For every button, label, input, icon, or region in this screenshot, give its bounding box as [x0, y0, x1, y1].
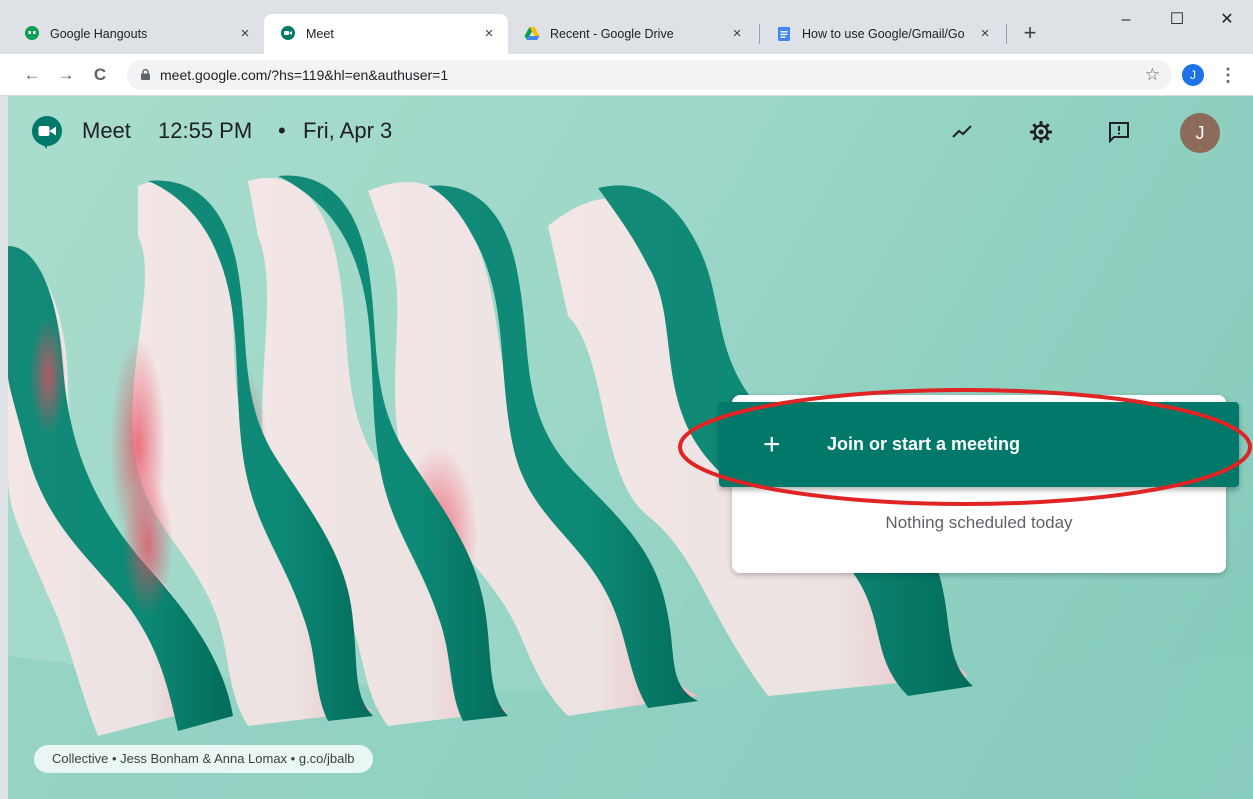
highlight-annotation [678, 388, 1252, 506]
url-text: meet.google.com/?hs=119&hl=en&authuser=1 [160, 67, 449, 83]
forward-button[interactable]: → [54, 63, 78, 87]
maximize-button[interactable]: ☐ [1157, 8, 1197, 32]
tab-title: Meet [306, 27, 334, 41]
lock-icon [141, 69, 150, 80]
feedback-icon[interactable] [1105, 118, 1133, 146]
tab-title: How to use Google/Gmail/Go [802, 27, 965, 41]
tab-meet[interactable]: Meet × [264, 14, 508, 54]
app-name: Meet [82, 118, 131, 143]
tab-strip: Google Hangouts × Meet × Recent - Google… [0, 0, 1253, 54]
photo-credit[interactable]: Collective • Jess Bonham & Anna Lomax • … [34, 745, 373, 773]
address-bar[interactable]: meet.google.com/?hs=119&hl=en&authuser=1… [127, 60, 1172, 90]
meet-header: Meet 12:55 PM • Fri, Apr 3 J [8, 96, 1253, 168]
close-tab-icon[interactable]: × [236, 25, 254, 43]
new-tab-button[interactable]: + [1018, 22, 1042, 46]
close-tab-icon[interactable]: × [976, 25, 994, 43]
back-button[interactable]: ← [20, 63, 44, 87]
close-tab-icon[interactable]: × [728, 25, 746, 43]
meet-page: Meet 12:55 PM • Fri, Apr 3 J + Join or s… [8, 96, 1253, 799]
browser-profile-avatar[interactable]: J [1182, 64, 1204, 86]
close-tab-icon[interactable]: × [480, 25, 498, 43]
tab-title: Recent - Google Drive [550, 27, 674, 41]
bookmark-star-icon[interactable]: ☆ [1145, 60, 1160, 90]
tab-title: Google Hangouts [50, 27, 148, 41]
schedule-empty-message: Nothing scheduled today [885, 513, 1073, 532]
meet-logo-icon [32, 116, 62, 149]
current-date: Fri, Apr 3 [303, 118, 393, 143]
browser-menu-icon[interactable]: ⋮ [1218, 63, 1238, 87]
tab-separator [1006, 24, 1007, 44]
hangouts-icon [24, 26, 40, 42]
current-time: 12:55 PM [158, 118, 253, 143]
account-avatar[interactable]: J [1180, 113, 1220, 153]
tab-google-drive[interactable]: Recent - Google Drive × [508, 14, 756, 54]
drive-icon [524, 26, 540, 42]
close-window-button[interactable]: ✕ [1207, 8, 1247, 32]
minimize-button[interactable]: – [1106, 8, 1146, 32]
browser-toolbar: ← → C meet.google.com/?hs=119&hl=en&auth… [0, 54, 1253, 96]
trends-icon[interactable] [948, 118, 976, 146]
docs-icon [776, 26, 792, 42]
meet-icon [280, 26, 296, 42]
tab-google-docs[interactable]: How to use Google/Gmail/Go × [760, 14, 1004, 54]
reload-button[interactable]: C [88, 63, 112, 87]
header-separator: • [278, 118, 286, 143]
settings-gear-icon[interactable] [1027, 118, 1055, 146]
tab-google-hangouts[interactable]: Google Hangouts × [8, 14, 264, 54]
